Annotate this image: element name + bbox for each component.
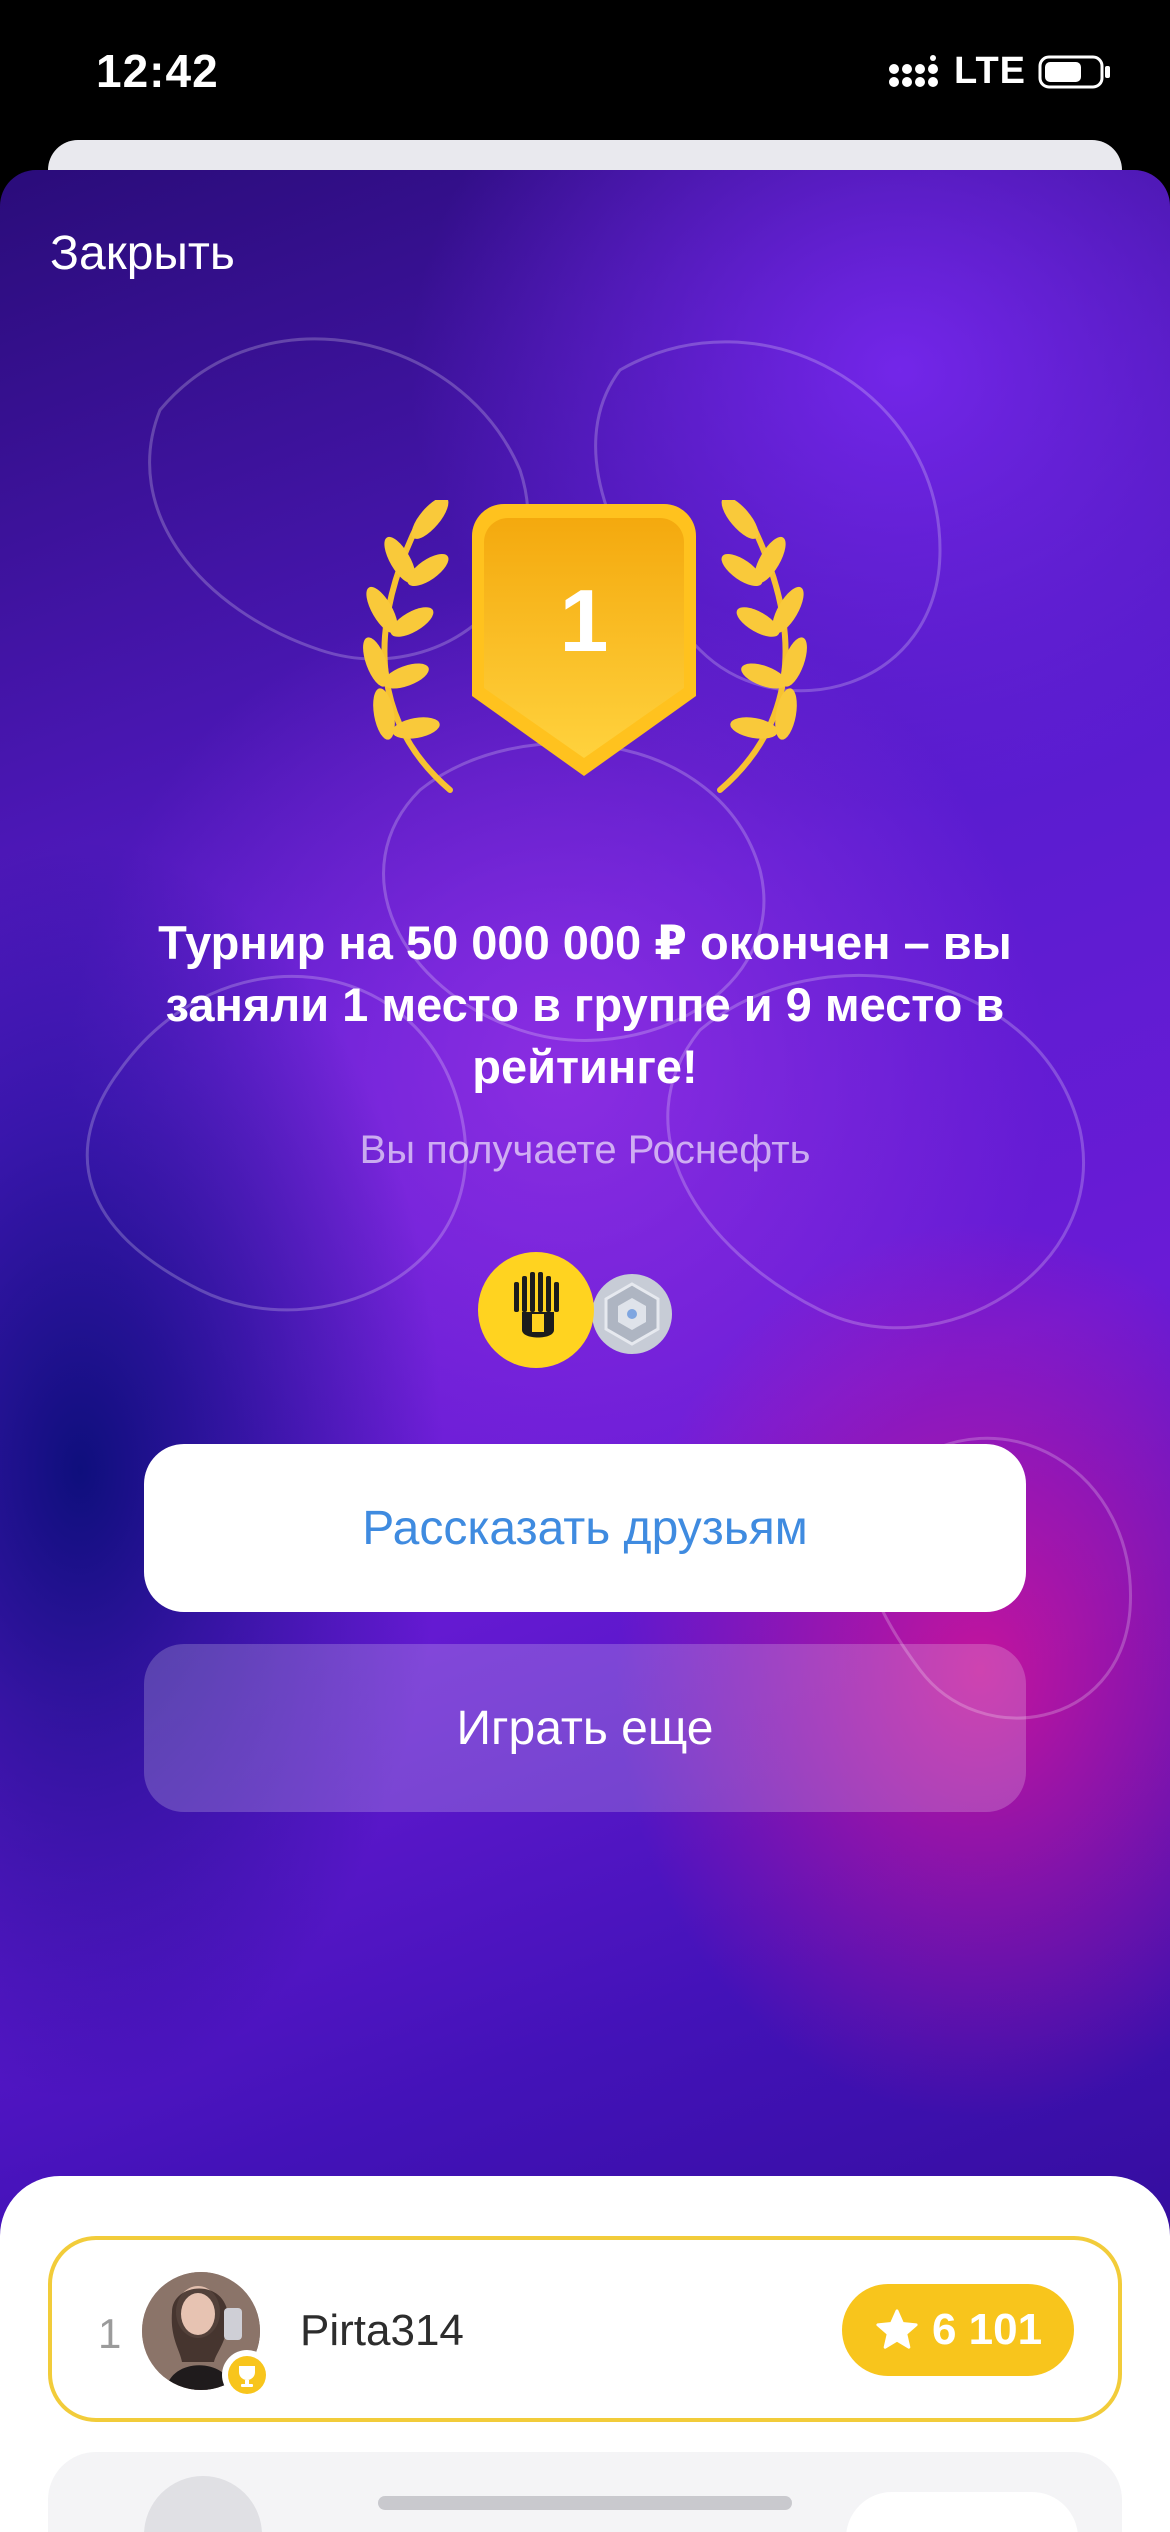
place-badge: 1 [350, 500, 820, 820]
result-subtitle: Вы получаете Роснефть [359, 1128, 811, 1172]
row-rank: 1 [98, 2310, 122, 2357]
screen: 12:42 LTE Закрыть 1 Турнир на 50 000 000… [0, 0, 1170, 2532]
result-title: Турнир на 50 000 000 ₽ окончен – вы заня… [158, 916, 1012, 1093]
leaderboard-row[interactable]: 1 Pirta314 6 101 [48, 2236, 1122, 2422]
trophy-icon [222, 2350, 272, 2400]
play-again-button[interactable]: Играть еще [144, 1644, 1026, 1812]
score-badge: 6 101 [842, 2284, 1074, 2376]
close-button[interactable]: Закрыть [50, 226, 235, 281]
battery-icon [1038, 55, 1110, 88]
silver-badge-icon [592, 1274, 672, 1354]
leaderboard-row-partial[interactable] [48, 2452, 1122, 2532]
reward-icons [478, 1252, 678, 1376]
home-indicator[interactable] [378, 2496, 792, 2510]
score-value: 6 101 [931, 2305, 1043, 2354]
network-label: LTE [954, 50, 1026, 92]
username: Pirta314 [300, 2306, 464, 2355]
share-with-friends-button[interactable]: Рассказать друзьям [144, 1444, 1026, 1612]
laurel-right-icon [717, 500, 807, 793]
rosneft-logo-icon [478, 1252, 594, 1368]
signal-bars-icon [889, 54, 939, 87]
place-number: 1 [559, 571, 609, 670]
avatar [144, 2476, 262, 2532]
status-bar: 12:42 LTE [0, 0, 1170, 140]
star-icon [876, 2309, 918, 2349]
status-time: 12:42 [96, 45, 219, 97]
score-badge [846, 2492, 1078, 2532]
status-indicators: LTE [888, 50, 1112, 93]
leaderboard-sheet: 1 Pirta314 6 101 [0, 2176, 1170, 2532]
laurel-left-icon [363, 500, 453, 793]
